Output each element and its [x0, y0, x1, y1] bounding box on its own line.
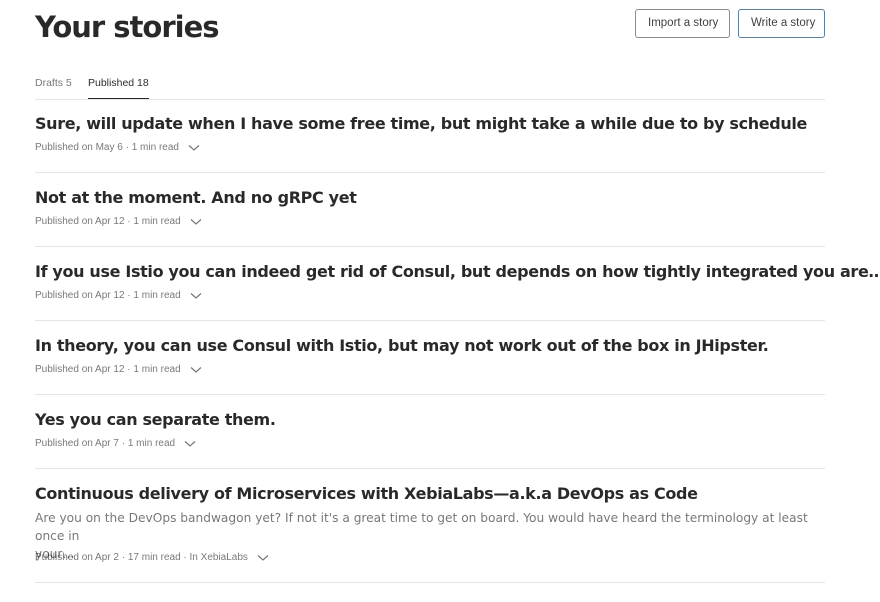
story-title[interactable]: Sure, will update when I have some free …: [35, 114, 807, 134]
story-meta-text: Published on May 6 · 1 min read: [35, 142, 179, 153]
story-item: In theory, you can use Consul with Istio…: [35, 321, 825, 395]
story-meta: Published on Apr 12 · 1 min read: [35, 363, 203, 377]
story-meta-text: Published on Apr 12 · 1 min read: [35, 216, 181, 227]
story-meta-text: Published on Apr 7 · 1 min read: [35, 438, 176, 449]
story-meta: Published on May 6 · 1 min read: [35, 141, 201, 155]
page-title: Your stories: [35, 10, 220, 44]
write-story-button[interactable]: Write a story: [738, 9, 825, 38]
tab-drafts[interactable]: Drafts 5: [35, 76, 72, 98]
story-title[interactable]: Continuous delivery of Microservices wit…: [35, 484, 698, 504]
story-title[interactable]: Not at the moment. And no gRPC yet: [35, 188, 357, 208]
chevron-down-icon[interactable]: [189, 217, 203, 227]
chevron-down-icon[interactable]: [187, 143, 201, 153]
story-title[interactable]: If you use Istio you can indeed get rid …: [35, 262, 880, 282]
story-item: Sure, will update when I have some free …: [35, 99, 825, 173]
story-list: Sure, will update when I have some free …: [35, 99, 880, 583]
story-meta-text: Published on Apr 12 · 1 min read: [35, 290, 181, 301]
story-item: Yes you can separate them. Published on …: [35, 395, 825, 469]
story-meta: Published on Apr 7 · 1 min read: [35, 437, 197, 451]
import-story-button[interactable]: Import a story: [635, 9, 730, 38]
story-meta-text: Published on Apr 12 · 1 min read: [35, 364, 181, 375]
story-meta: Published on Apr 12 · 1 min read: [35, 215, 203, 229]
chevron-down-icon[interactable]: [256, 553, 270, 563]
story-meta: Published on Apr 12 · 1 min read: [35, 289, 203, 303]
chevron-down-icon[interactable]: [189, 365, 203, 375]
story-excerpt-line: Are you on the DevOps bandwagon yet? If …: [35, 511, 808, 543]
story-item: Continuous delivery of Microservices wit…: [35, 469, 825, 583]
header-actions: Import a story Write a story: [635, 9, 825, 38]
story-item: Not at the moment. And no gRPC yet Publi…: [35, 173, 825, 247]
story-meta: Published on Apr 2 · 17 min read · In Xe…: [35, 551, 270, 565]
chevron-down-icon[interactable]: [183, 439, 197, 449]
chevron-down-icon[interactable]: [189, 291, 203, 301]
story-item: If you use Istio you can indeed get rid …: [35, 247, 880, 321]
tab-published[interactable]: Published 18: [88, 76, 149, 99]
story-title[interactable]: In theory, you can use Consul with Istio…: [35, 336, 769, 356]
story-meta-text: Published on Apr 2 · 17 min read · In Xe…: [35, 552, 248, 563]
stories-page: Your stories Import a story Write a stor…: [0, 0, 880, 602]
page-header: Your stories Import a story Write a stor…: [35, 8, 825, 48]
story-title[interactable]: Yes you can separate them.: [35, 410, 276, 430]
stories-tabs: Drafts 5 Published 18: [35, 76, 825, 100]
